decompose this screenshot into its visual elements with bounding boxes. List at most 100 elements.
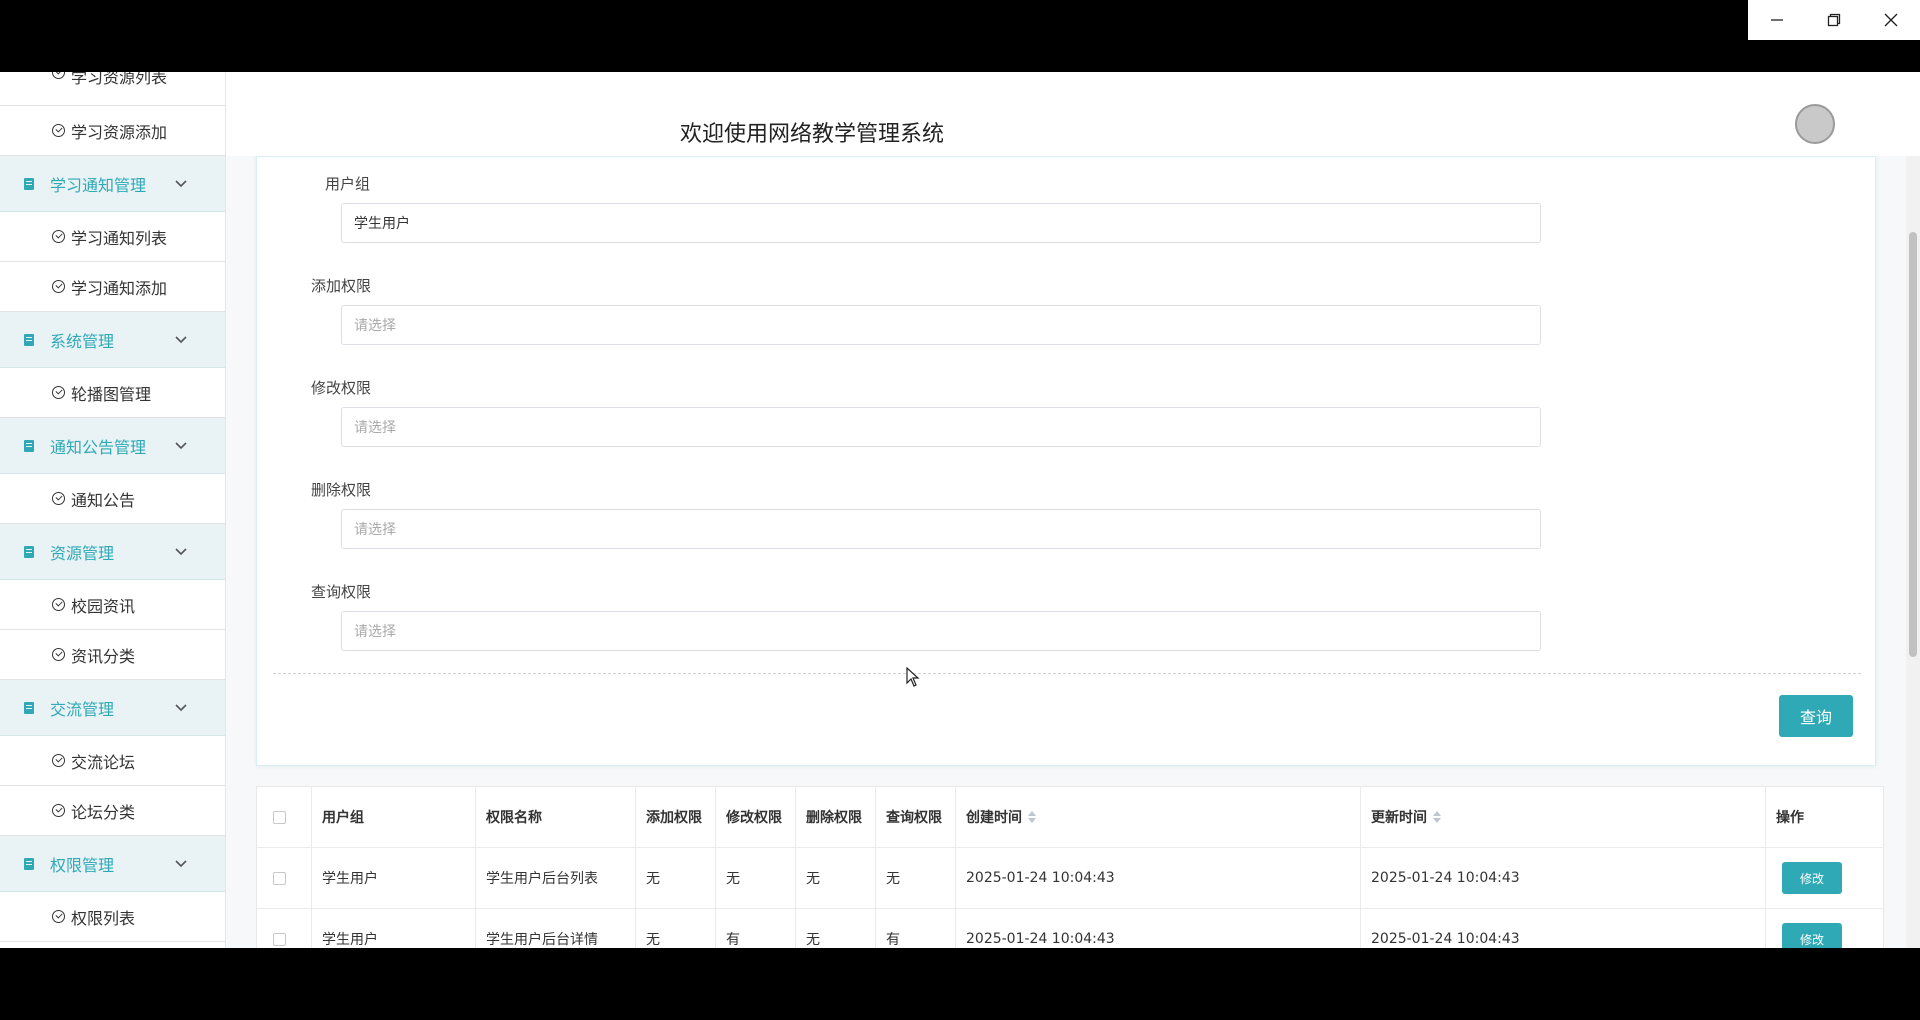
close-button[interactable] [1862, 0, 1919, 40]
user-group-label: 用户组 [325, 175, 371, 193]
select-all-checkbox[interactable] [273, 810, 286, 824]
sidebar-item-2[interactable]: 学习通知列表 [0, 212, 225, 262]
chevron-down-icon [175, 440, 187, 452]
sidebar-group-6[interactable]: 通知公告管理 [0, 418, 225, 474]
cell-created: 2025-01-24 10:04:43 [956, 909, 1361, 948]
sidebar-group-label: 通知公告管理 [50, 437, 147, 457]
page-title: 欢迎使用网络教学管理系统 [680, 122, 945, 147]
form-divider [273, 673, 1861, 674]
main-area: 欢迎使用网络教学管理系统 用户组 学生用户 添加权限 请选择 修改权限 请选择 … [226, 72, 1920, 948]
row-checkbox[interactable] [273, 932, 286, 946]
scrollbar-thumb[interactable] [1909, 232, 1917, 657]
check-circle-icon [52, 492, 65, 505]
chevron-down-icon [175, 858, 187, 870]
avatar[interactable] [1795, 104, 1835, 144]
sidebar-group-11[interactable]: 交流管理 [0, 680, 225, 736]
delete-permission-select[interactable]: 请选择 [341, 509, 1541, 549]
sidebar-group-label: 权限管理 [50, 855, 115, 875]
col-header-query: 查询权限 [876, 787, 956, 847]
cell-add: 无 [636, 848, 716, 908]
document-icon [24, 177, 34, 190]
cell-name: 学生用户后台列表 [476, 848, 636, 908]
check-circle-icon [52, 648, 65, 661]
edit-permission-select[interactable]: 请选择 [341, 407, 1541, 447]
sidebar-group-label: 系统管理 [50, 331, 115, 351]
mouse-cursor-icon [906, 667, 920, 687]
chevron-down-icon [175, 178, 187, 190]
cell-name: 学生用户后台详情 [476, 909, 636, 948]
row-checkbox[interactable] [273, 871, 286, 885]
check-circle-icon [52, 804, 65, 817]
document-icon [24, 545, 34, 558]
col-header-user-group: 用户组 [312, 787, 476, 847]
check-circle-icon [52, 598, 65, 611]
bottom-black-bar [0, 948, 1920, 1020]
cell-created: 2025-01-24 10:04:43 [956, 848, 1361, 908]
add-permission-label: 添加权限 [311, 277, 372, 295]
check-circle-icon [52, 124, 65, 137]
sidebar-item-12[interactable]: 交流论坛 [0, 736, 225, 786]
sidebar-item-7[interactable]: 通知公告 [0, 474, 225, 524]
sidebar-item-10[interactable]: 资讯分类 [0, 630, 225, 680]
window-titlebar [0, 0, 1920, 72]
check-circle-icon [52, 72, 65, 79]
check-circle-icon [52, 230, 65, 243]
minimize-button[interactable] [1748, 0, 1805, 40]
check-circle-icon [52, 754, 65, 767]
sort-icon[interactable] [1028, 811, 1036, 823]
delete-permission-label: 删除权限 [311, 481, 372, 499]
add-permission-select[interactable]: 请选择 [341, 305, 1541, 345]
sidebar-item-3[interactable]: 学习通知添加 [0, 262, 225, 312]
app-viewport: 学习资源列表 学习资源添加学习通知管理学习通知列表学习通知添加系统管理轮播图管理… [0, 72, 1920, 948]
cell-del: 无 [796, 909, 876, 948]
top-header: 欢迎使用网络教学管理系统 [226, 72, 1920, 156]
check-circle-icon [52, 280, 65, 293]
sidebar: 学习资源列表 学习资源添加学习通知管理学习通知列表学习通知添加系统管理轮播图管理… [0, 72, 226, 948]
sidebar-item-15[interactable]: 权限列表 [0, 892, 225, 942]
sidebar-item-label: 论坛分类 [71, 802, 136, 822]
cell-add: 无 [636, 909, 716, 948]
document-icon [24, 439, 34, 452]
col-header-edit: 修改权限 [716, 787, 796, 847]
sidebar-group-8[interactable]: 资源管理 [0, 524, 225, 580]
cell-updated: 2025-01-24 10:04:43 [1361, 909, 1766, 948]
query-button[interactable]: 查询 [1779, 695, 1853, 737]
search-form-card: 用户组 学生用户 添加权限 请选择 修改权限 请选择 删除权限 请选择 查询权限… [256, 156, 1876, 766]
sidebar-item-5[interactable]: 轮播图管理 [0, 368, 225, 418]
sidebar-group-4[interactable]: 系统管理 [0, 312, 225, 368]
restore-icon [1827, 13, 1840, 27]
sidebar-group-1[interactable]: 学习通知管理 [0, 156, 225, 212]
page-scrollbar[interactable] [1906, 72, 1920, 948]
sidebar-group-label: 资源管理 [50, 543, 115, 563]
edit-button[interactable]: 修改 [1782, 923, 1842, 948]
sidebar-item-label: 轮播图管理 [71, 384, 152, 404]
sidebar-item-13[interactable]: 论坛分类 [0, 786, 225, 836]
sidebar-item-label: 资讯分类 [71, 646, 136, 666]
sidebar-item-0[interactable]: 学习资源添加 [0, 106, 225, 156]
sort-icon[interactable] [1433, 811, 1441, 823]
close-icon [1884, 13, 1897, 27]
query-permission-label: 查询权限 [311, 583, 372, 601]
cell-query: 有 [876, 909, 956, 948]
cell-del: 无 [796, 848, 876, 908]
user-group-field[interactable]: 学生用户 [341, 203, 1541, 243]
edit-button[interactable]: 修改 [1782, 862, 1842, 894]
document-icon [24, 333, 34, 346]
cell-edit: 有 [716, 909, 796, 948]
col-header-updated[interactable]: 更新时间 [1361, 787, 1766, 847]
sidebar-item-label: 学习资源添加 [71, 122, 168, 142]
query-permission-select[interactable]: 请选择 [341, 611, 1541, 651]
sidebar-item-label: 交流论坛 [71, 752, 136, 772]
restore-button[interactable] [1805, 0, 1862, 40]
sidebar-group-14[interactable]: 权限管理 [0, 836, 225, 892]
document-icon [24, 857, 34, 870]
sidebar-group-label: 交流管理 [50, 699, 115, 719]
sidebar-item-9[interactable]: 校园资讯 [0, 580, 225, 630]
edit-permission-label: 修改权限 [311, 379, 372, 397]
sidebar-group-label: 学习通知管理 [50, 175, 147, 195]
permission-table: 用户组 权限名称 添加权限 修改权限 删除权限 查询权限 创建时间 更新时间 操… [256, 786, 1884, 948]
sidebar-item-label: 学习通知添加 [71, 278, 168, 298]
col-header-created[interactable]: 创建时间 [956, 787, 1361, 847]
content-area: 用户组 学生用户 添加权限 请选择 修改权限 请选择 删除权限 请选择 查询权限… [226, 156, 1920, 948]
sidebar-item-learning-resource-list[interactable]: 学习资源列表 [0, 72, 225, 106]
